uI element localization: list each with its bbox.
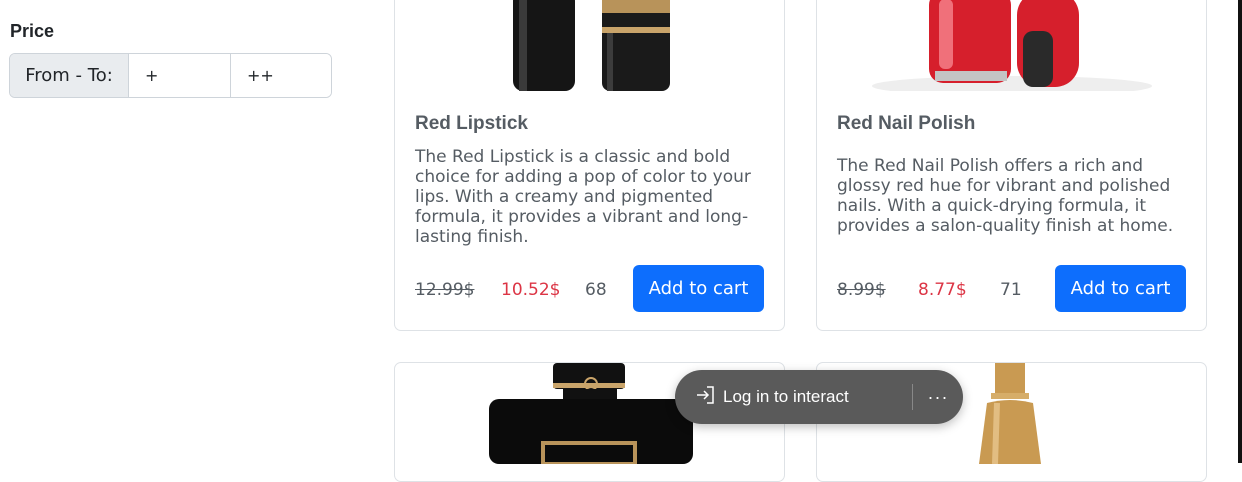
product-image-lipstick bbox=[395, 0, 784, 91]
price-filter-title: Price bbox=[10, 21, 55, 41]
sale-price: 10.52$ bbox=[501, 280, 561, 300]
sign-in-icon bbox=[695, 384, 717, 411]
price-from-input[interactable] bbox=[129, 54, 230, 97]
add-to-cart-button[interactable]: Add to cart bbox=[633, 265, 764, 312]
product-title: Red Nail Polish bbox=[837, 113, 976, 134]
original-price: 12.99$ bbox=[415, 280, 475, 300]
product-image-nail-polish bbox=[817, 0, 1206, 91]
sale-price: 8.77$ bbox=[918, 280, 967, 300]
more-options-icon[interactable]: ··· bbox=[913, 387, 963, 408]
add-to-cart-button[interactable]: Add to cart bbox=[1055, 265, 1186, 312]
stock-count: 68 bbox=[585, 280, 607, 300]
stock-count: 71 bbox=[1000, 280, 1022, 300]
price-to-input[interactable] bbox=[230, 54, 331, 97]
price-range-group: From - To: bbox=[9, 53, 332, 98]
login-button[interactable]: Log in to interact bbox=[675, 370, 912, 424]
product-title: Red Lipstick bbox=[415, 113, 528, 134]
login-label: Log in to interact bbox=[723, 387, 849, 406]
price-range-label: From - To: bbox=[10, 54, 129, 97]
product-description: The Red Lipstick is a classic and bold c… bbox=[415, 147, 751, 247]
original-price: 8.99$ bbox=[837, 280, 886, 300]
product-card-red-lipstick: Red Lipstick The Red Lipstick is a class… bbox=[394, 0, 785, 331]
product-description: The Red Nail Polish offers a rich and gl… bbox=[837, 156, 1174, 236]
product-card-red-nail-polish: Red Nail Polish The Red Nail Polish offe… bbox=[816, 0, 1207, 331]
viewport-edge bbox=[1238, 0, 1242, 463]
login-overlay: Log in to interact ··· bbox=[675, 370, 963, 424]
